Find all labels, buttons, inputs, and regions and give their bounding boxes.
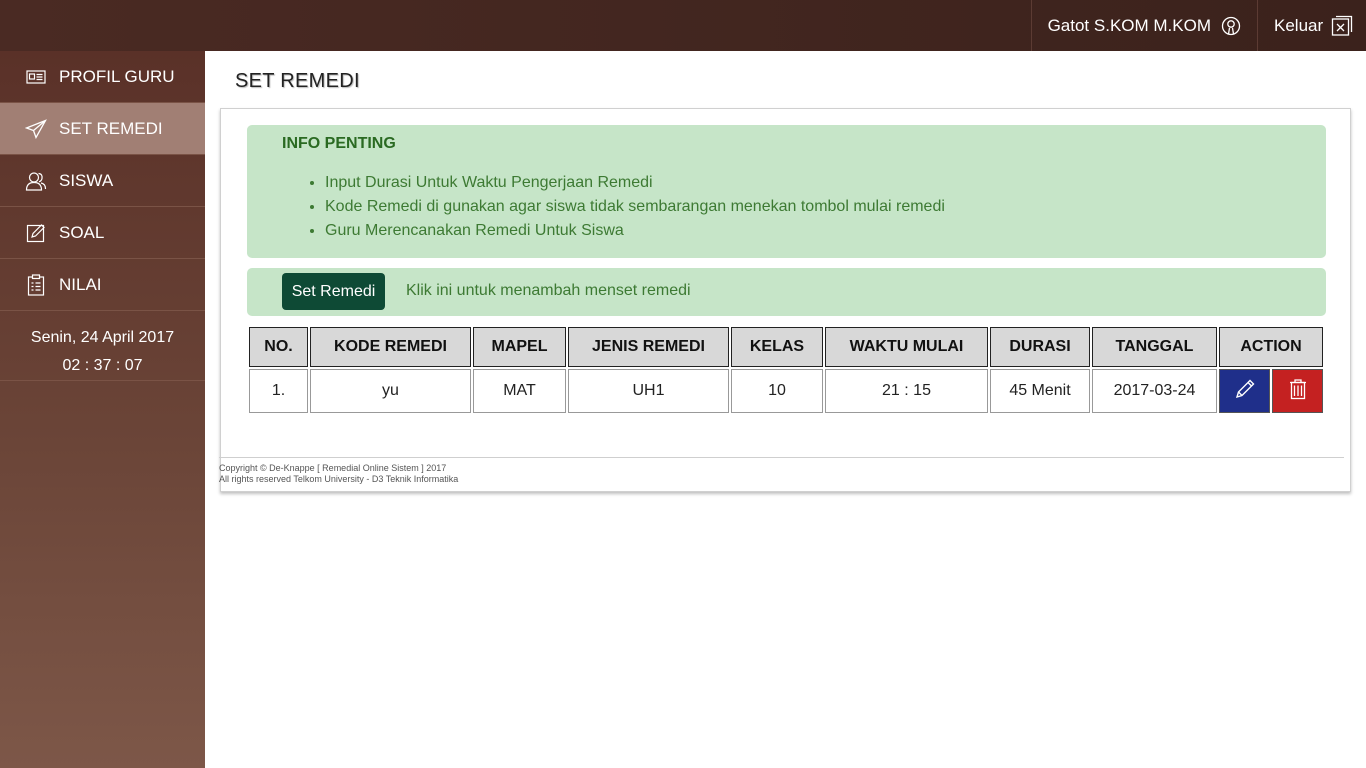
footer-copyright: Copyright © De-Knappe [ Remedial Online … [219, 463, 447, 473]
table-header-row: NO. KODE REMEDI MAPEL JENIS REMEDI KELAS… [249, 327, 1323, 367]
info-item: Kode Remedi di gunakan agar siswa tidak … [325, 195, 945, 219]
paper-plane-icon [25, 118, 47, 140]
sidebar-item-profil-guru[interactable]: PROFIL GURU [0, 51, 205, 103]
cell-tanggal: 2017-03-24 [1092, 369, 1217, 413]
sidebar: PROFIL GURU SET REMEDI SISWA SOAL NILAI … [0, 51, 205, 768]
set-remedi-button[interactable]: Set Remedi [282, 273, 385, 310]
remedi-table: NO. KODE REMEDI MAPEL JENIS REMEDI KELAS… [247, 325, 1325, 415]
page-title: SET REMEDI [235, 70, 360, 92]
column-header: KODE REMEDI [310, 327, 471, 367]
current-date: Senin, 24 April 2017 [30, 329, 175, 346]
sidebar-item-label: NILAI [59, 274, 102, 294]
info-item: Guru Merencanakan Remedi Untuk Siswa [325, 219, 945, 243]
sidebar-item-label: SET REMEDI [59, 118, 163, 138]
column-header: ACTION [1219, 327, 1323, 367]
footer-divider [219, 457, 1344, 458]
cell-no: 1. [249, 369, 308, 413]
footer: Copyright © De-Knappe [ Remedial Online … [219, 463, 458, 485]
info-box: INFO PENTING Input Durasi Untuk Waktu Pe… [247, 125, 1326, 258]
action-bar: Set Remedi Klik ini untuk menambah mense… [247, 268, 1326, 316]
cell-jenis: UH1 [568, 369, 729, 413]
trash-icon [1288, 378, 1308, 405]
info-item: Input Durasi Untuk Waktu Pengerjaan Reme… [325, 171, 945, 195]
top-bar: Gatot S.KOM M.KOM Keluar [0, 0, 1366, 51]
cell-waktu: 21 : 15 [825, 369, 988, 413]
column-header: TANGGAL [1092, 327, 1217, 367]
logout-label: Keluar [1274, 15, 1324, 35]
edit-button[interactable] [1219, 369, 1270, 413]
cell-kode: yu [310, 369, 471, 413]
cell-mapel: MAT [473, 369, 566, 413]
column-header: DURASI [990, 327, 1090, 367]
user-name: Gatot S.KOM M.KOM [1047, 15, 1211, 35]
cell-kelas: 10 [731, 369, 823, 413]
column-header: KELAS [731, 327, 823, 367]
sidebar-item-nilai[interactable]: NILAI [0, 259, 205, 311]
set-remedi-hint: Klik ini untuk menambah menset remedi [406, 282, 691, 299]
sidebar-item-label: PROFIL GURU [59, 66, 175, 86]
info-title: INFO PENTING [282, 135, 396, 152]
delete-button[interactable] [1272, 369, 1323, 413]
clipboard-icon [25, 273, 47, 296]
main-content: SET REMEDI INFO PENTING Input Durasi Unt… [205, 51, 1366, 768]
sidebar-item-label: SOAL [59, 222, 105, 242]
users-icon [25, 170, 47, 192]
pencil-icon [1234, 378, 1256, 405]
content-panel: INFO PENTING Input Durasi Untuk Waktu Pe… [220, 108, 1351, 492]
date-time-display: Senin, 24 April 2017 02 : 37 : 07 [0, 311, 205, 381]
column-header: JENIS REMEDI [568, 327, 729, 367]
footer-rights: All rights reserved Telkom University - … [219, 474, 459, 484]
edit-icon [25, 222, 47, 244]
column-header: NO. [249, 327, 308, 367]
user-circle-icon [1221, 16, 1241, 36]
column-header: WAKTU MULAI [825, 327, 988, 367]
user-menu[interactable]: Gatot S.KOM M.KOM [1030, 0, 1257, 51]
current-time: 02 : 37 : 07 [62, 357, 143, 374]
sidebar-item-set-remedi[interactable]: SET REMEDI [0, 103, 205, 155]
cell-action [1219, 369, 1323, 413]
cell-durasi: 45 Menit [990, 369, 1090, 413]
table-row: 1. yu MAT UH1 10 21 : 15 45 Menit 2017-0… [249, 369, 1323, 413]
exit-box-icon [1331, 15, 1353, 37]
sidebar-item-siswa[interactable]: SISWA [0, 155, 205, 207]
sidebar-item-soal[interactable]: SOAL [0, 207, 205, 259]
action-buttons [1219, 369, 1323, 413]
info-list: Input Durasi Untuk Waktu Pengerjaan Reme… [325, 171, 945, 243]
column-header: MAPEL [473, 327, 566, 367]
logout-button[interactable]: Keluar [1257, 0, 1366, 51]
id-card-icon [25, 66, 47, 88]
sidebar-item-label: SISWA [59, 170, 114, 190]
